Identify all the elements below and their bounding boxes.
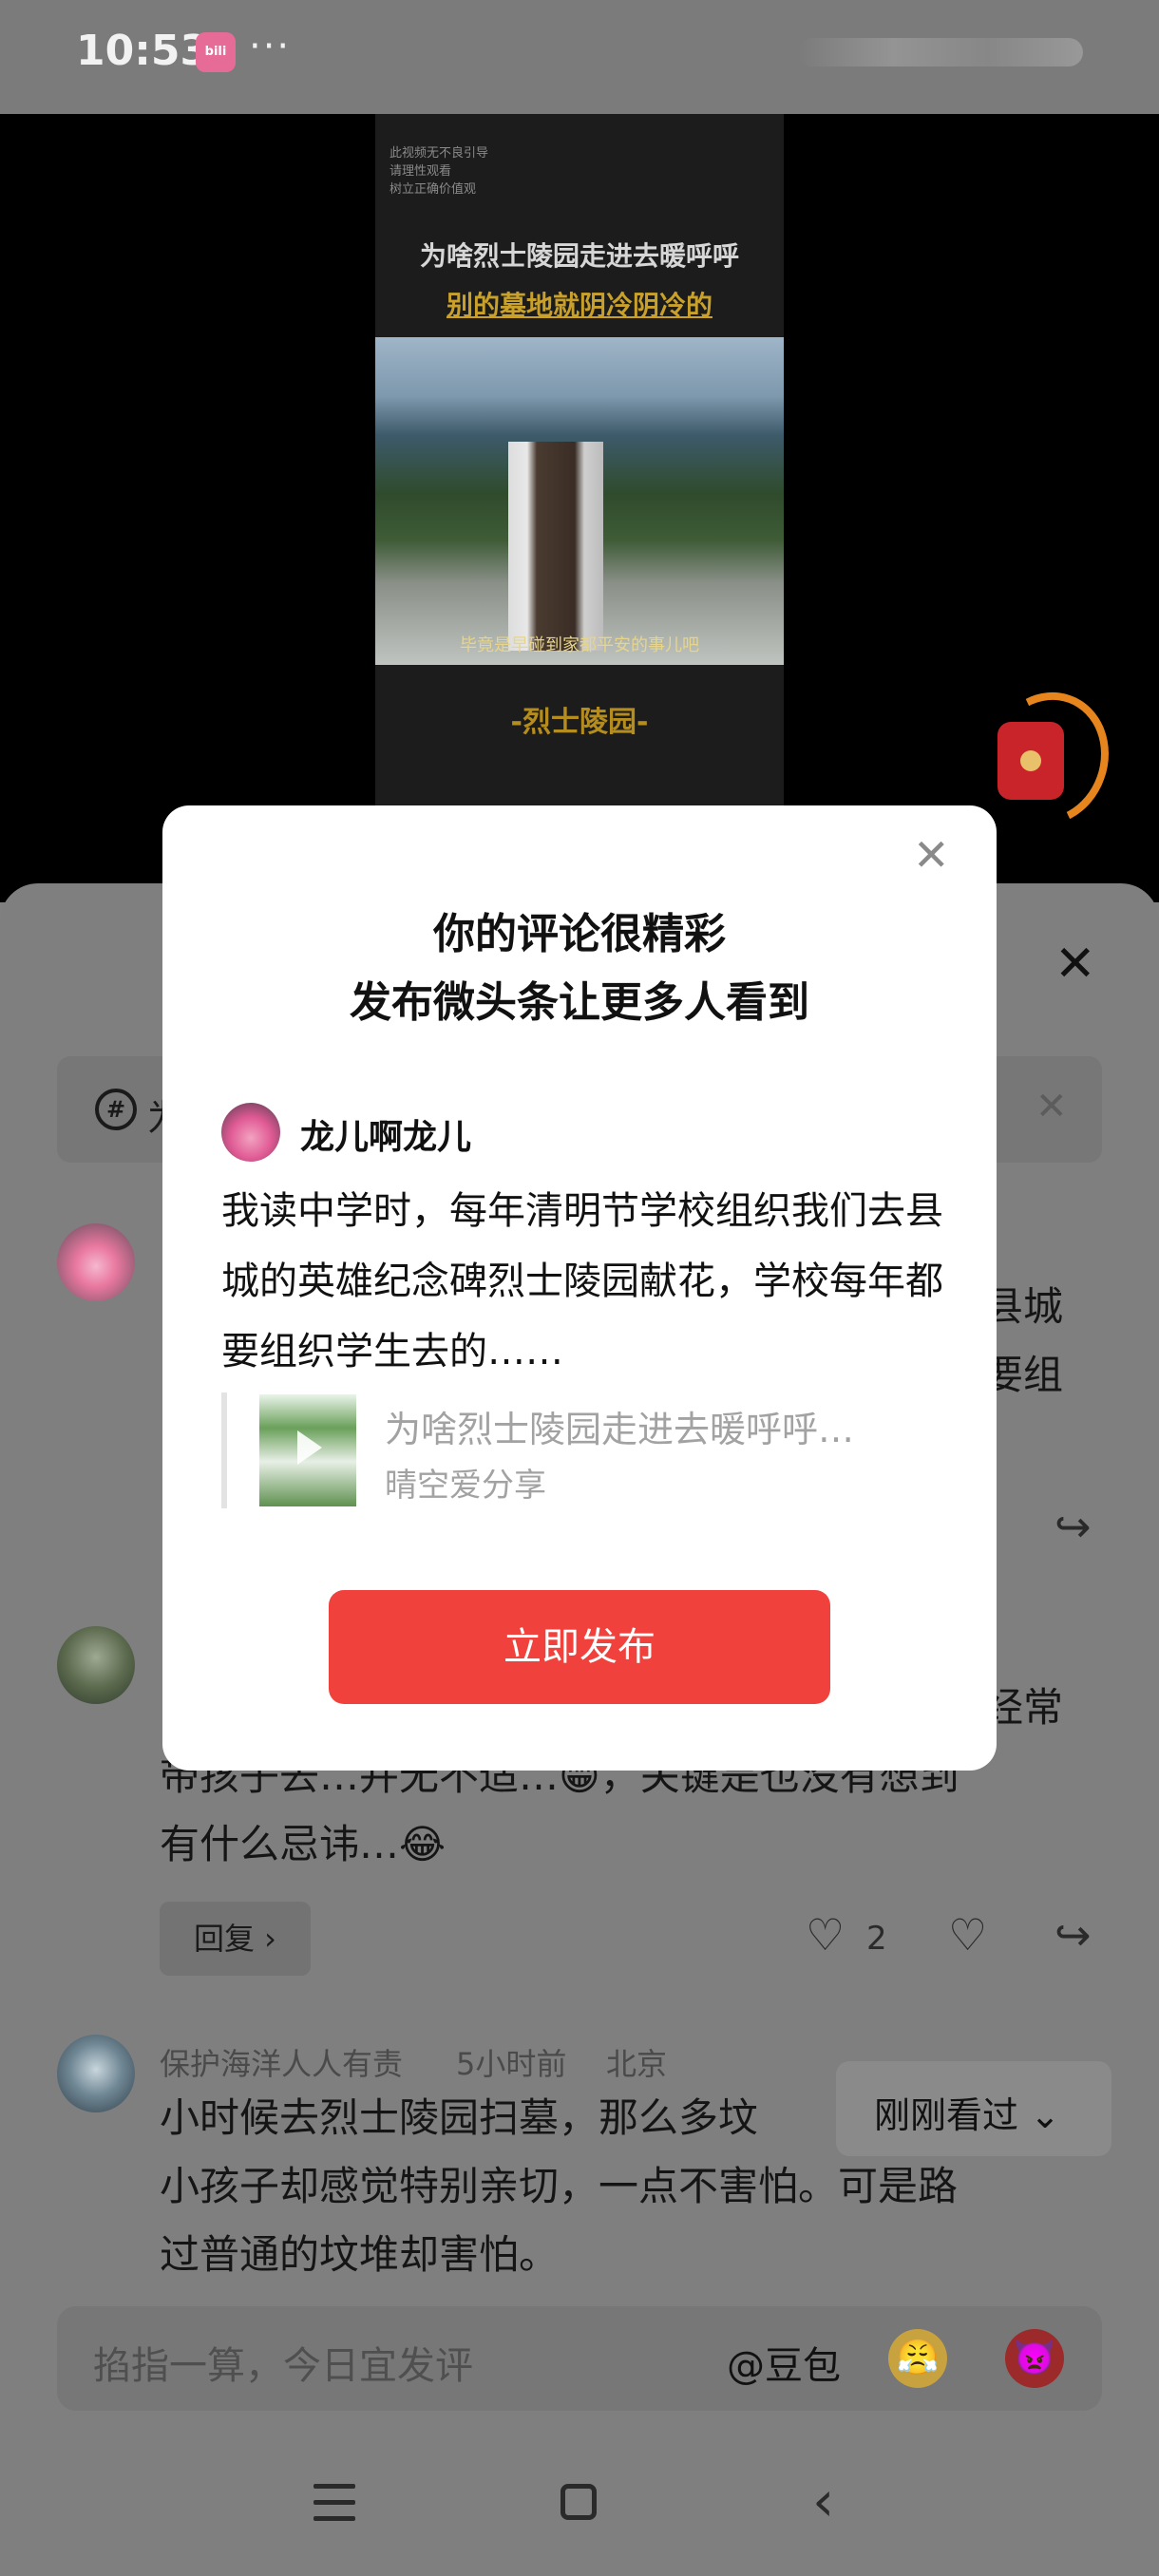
disclaimer-line: 树立正确价值观 [390,182,477,197]
author-name: 龙儿啊龙儿 [300,1118,472,1157]
dialog-title-line1: 你的评论很精彩 [433,910,726,958]
emoji-button[interactable]: 👿 [1005,2329,1064,2388]
avatar [221,1103,280,1162]
video-image [375,337,784,665]
video-title-line1: 为啥烈士陵园走进去暖呼呼 [419,240,739,272]
status-icons [798,38,1083,66]
comment-text: 小孩子却感觉特别亲切，一点不害怕。可是路 [160,2163,959,2209]
comment-input[interactable]: 掐指一算，今日宜发评 @豆包 😤 👿 [57,2306,1102,2411]
dialog-title-line2: 发布微头条让更多人看到 [350,978,809,1027]
status-bar: 10:53 bili ··· [0,0,1159,114]
close-comments-icon[interactable]: ✕ [1054,939,1096,989]
bilibili-notification-icon: bili [196,32,236,72]
mention-doubao-button[interactable]: @豆包 [727,2335,841,2390]
video-player[interactable]: 此视频无不良引导 请理性观看 树立正确价值观 为啥烈士陵园走进去暖呼呼 别的墓地… [0,114,1159,902]
video-frame: 此视频无不良引导 请理性观看 树立正确价值观 为啥烈士陵园走进去暖呼呼 别的墓地… [375,114,784,902]
publish-prompt-dialog: ✕ 你的评论很精彩 发布微头条让更多人看到 龙儿啊龙儿 我读中学时，每年清明节学… [162,805,997,1771]
like-count: 2 [866,1920,887,1958]
comment-author[interactable]: 保护海洋人人有责 [160,2040,403,2084]
video-disclaimer: 此视频无不良引导 请理性观看 树立正确价值观 [390,144,488,199]
publish-button[interactable]: 立即发布 [329,1590,830,1704]
more-notifications-icon: ··· [249,25,292,68]
back-nav-icon[interactable]: ‹ [812,2473,834,2529]
quoted-video-author: 晴空爱分享 [385,1467,546,1505]
comment-preview: 我读中学时，每年清明节学校组织我们去县城的英雄纪念碑烈士陵园献花，学校每年都要组… [221,1189,943,1373]
hashtag-icon: # [95,1089,137,1130]
avatar[interactable] [57,2035,135,2112]
just-seen-label: 刚刚看过 ⌄ [874,2094,1060,2136]
disclaimer-line: 请理性观看 [390,164,452,179]
avatar[interactable] [57,1626,135,1704]
close-icon[interactable]: ✕ [913,833,950,877]
clock: 10:53 [76,27,210,75]
video-title-line2: 别的墓地就阴冷阴冷的 [446,290,712,321]
quoted-video-title: 为啥烈士陵园走进去暖呼呼… [385,1409,855,1450]
comment-input-placeholder: 掐指一算，今日宜发评 [93,2344,473,2388]
monument-image [508,442,603,651]
home-nav-icon[interactable] [560,2484,597,2520]
avatar[interactable] [57,1223,135,1301]
play-icon [297,1430,322,1465]
video-bottom-tag: -烈士陵园- [510,706,649,739]
red-packet-icon[interactable] [998,722,1064,800]
just-seen-button[interactable]: 刚刚看过 ⌄ [836,2061,1112,2156]
share-icon[interactable]: ↪ [1054,1501,1092,1552]
comment-time: 5小时前 [456,2046,567,2082]
quoted-video: 为啥烈士陵园走进去暖呼呼… 晴空爱分享 [221,1392,949,1508]
menu-nav-icon[interactable] [314,2484,355,2522]
topic-close-icon[interactable]: ✕ [1036,1085,1068,1128]
like-icon[interactable]: ♡ [806,1909,845,1960]
reply-button[interactable]: 回复 › [160,1902,311,1976]
dislike-icon[interactable]: ♡ [948,1909,987,1960]
comment-location: 北京 [606,2046,668,2082]
emoji-button[interactable]: 😤 [888,2329,947,2388]
share-icon[interactable]: ↪ [1054,1909,1092,1960]
comment-text: 过普通的坟堆却害怕。 [160,2231,560,2278]
disclaimer-line: 此视频无不良引导 [390,146,489,161]
comment-text: 有什么忌讳…😂 [160,1821,446,1867]
video-thumbnail [259,1394,356,1506]
video-subtitle: 毕竟是早碰到家都平安的事儿吧 [460,635,699,655]
comment-text: 小时候去烈士陵园扫墓，那么多坟 [160,2094,759,2141]
dialog-title: 你的评论很精彩 发布微头条让更多人看到 [162,900,997,1037]
